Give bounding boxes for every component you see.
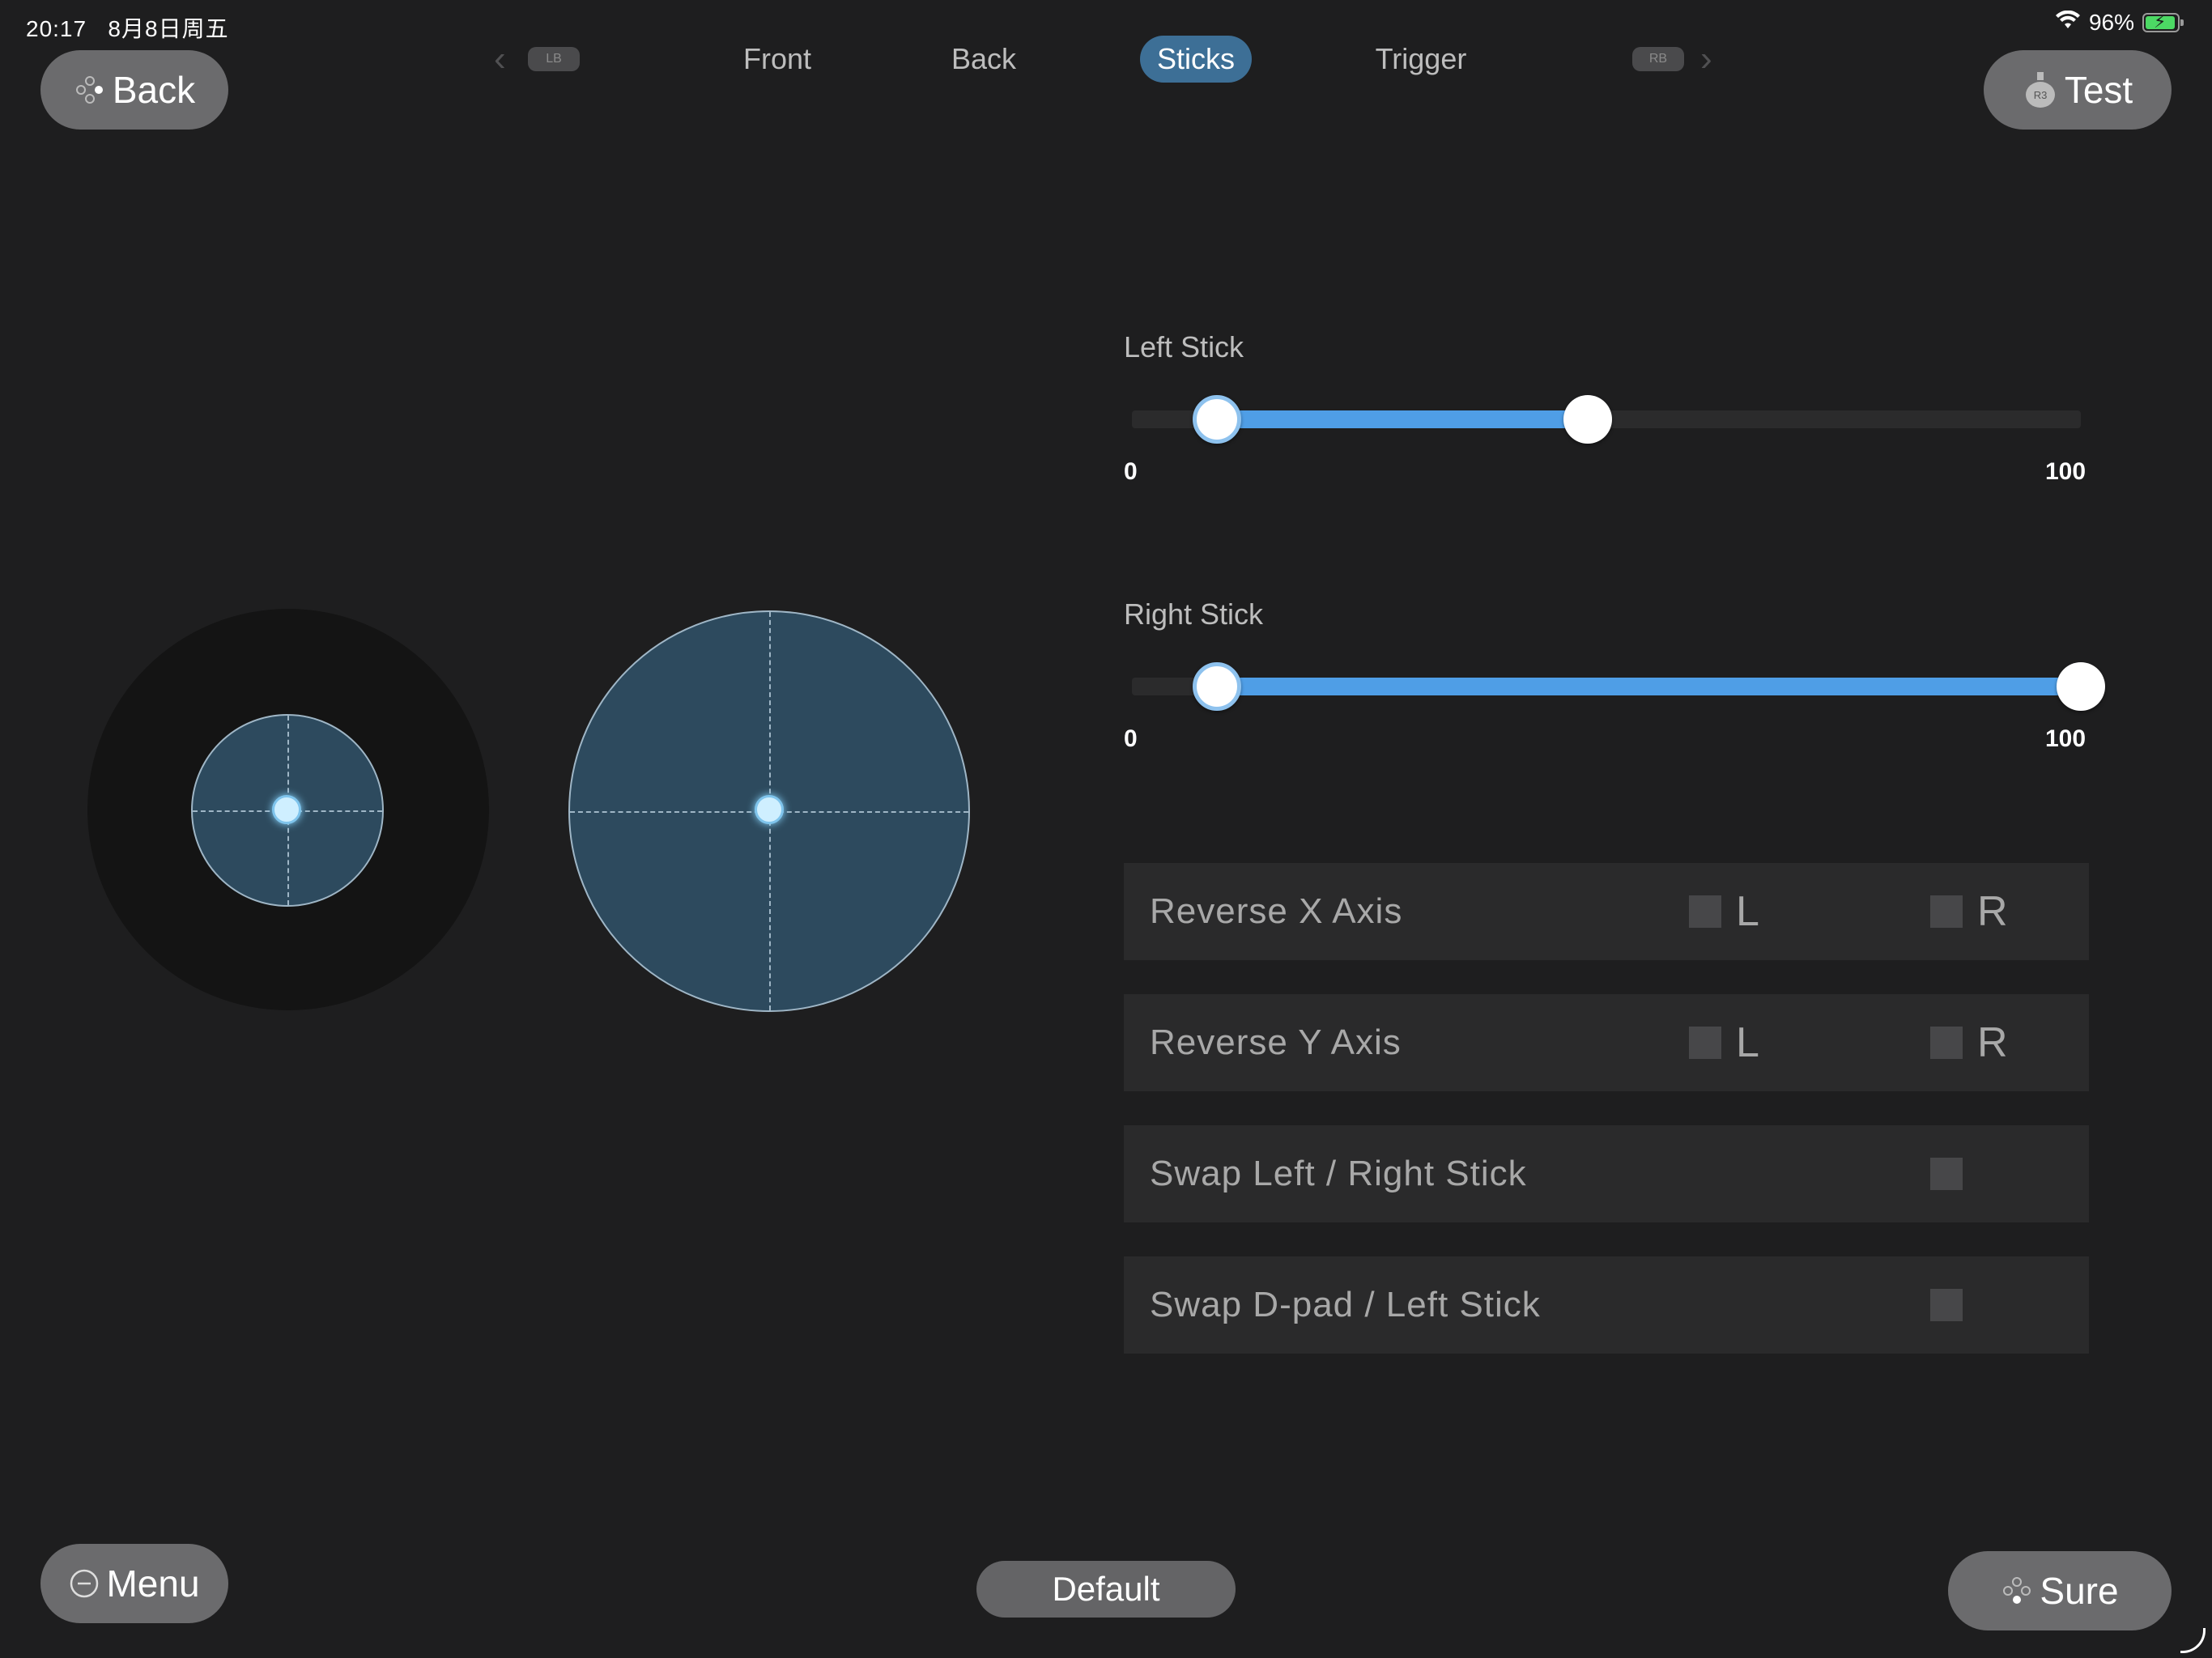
swap-sticks-row: Swap Left / Right Stick [1124, 1125, 2089, 1222]
right-stick-position-dot [755, 795, 784, 824]
sure-button[interactable]: Sure [1948, 1551, 2172, 1630]
chevron-right-icon[interactable]: › [1700, 39, 1712, 79]
reverse-y-axis-row: Reverse Y Axis L R [1124, 994, 2089, 1091]
resize-corner-icon [2180, 1628, 2206, 1653]
swap-sticks-checkbox[interactable] [1930, 1158, 1963, 1190]
right-stick-min-thumb[interactable] [1193, 662, 1242, 711]
default-button[interactable]: Default [976, 1561, 1236, 1618]
menu-button[interactable]: Menu [40, 1544, 228, 1623]
tab-bar: ‹ LB Front Back Sticks Trigger RB › [0, 32, 2212, 89]
reverse-x-axis-label: Reverse X Axis [1150, 891, 1403, 931]
left-stick-max-label: 100 [2045, 458, 2087, 485]
battery-icon: ⚡ [2142, 11, 2184, 32]
left-stick-position-dot [272, 795, 301, 824]
lb-shoulder-badge[interactable]: LB [528, 47, 580, 71]
reverse-y-axis-label: Reverse Y Axis [1150, 1022, 1402, 1062]
reverse-x-axis-row: Reverse X Axis L R [1124, 863, 2089, 960]
right-stick-slider-label: Right Stick [1124, 597, 1264, 631]
reverse-x-left-letter: L [1736, 888, 1759, 935]
tab-back[interactable]: Back [931, 36, 1036, 83]
minus-circle-icon [69, 1568, 100, 1599]
reverse-y-left-checkbox[interactable] [1689, 1027, 1721, 1059]
menu-button-label: Menu [106, 1562, 200, 1605]
reverse-x-right-letter: R [1977, 888, 2008, 935]
stick-settings-screen: 20:17 8月8日周五 96% ⚡ Back R3 Test ‹ LB Fro… [0, 0, 2212, 1658]
left-stick-max-thumb[interactable] [1563, 395, 1612, 444]
sure-button-label: Sure [2040, 1570, 2119, 1612]
rb-shoulder-badge[interactable]: RB [1632, 47, 1684, 71]
svg-text:R3: R3 [2034, 89, 2048, 101]
left-stick-min-label: 0 [1124, 458, 1138, 485]
left-stick-min-thumb[interactable] [1193, 395, 1242, 444]
swap-dpad-checkbox[interactable] [1930, 1289, 1963, 1321]
tab-front[interactable]: Front [729, 36, 826, 83]
left-stick-slider-label: Left Stick [1124, 330, 1244, 363]
tab-sticks[interactable]: Sticks [1140, 36, 1252, 83]
right-stick-range-slider[interactable] [1132, 662, 2105, 711]
face-buttons-icon [2001, 1575, 2033, 1607]
chevron-left-icon[interactable]: ‹ [494, 39, 506, 79]
reverse-y-right-checkbox[interactable] [1930, 1027, 1963, 1059]
tab-trigger[interactable]: Trigger [1360, 36, 1482, 83]
reverse-x-left-checkbox[interactable] [1689, 895, 1721, 928]
reverse-x-right-checkbox[interactable] [1930, 895, 1963, 928]
reverse-y-left-letter: L [1736, 1019, 1759, 1066]
left-stick-range-fill [1217, 410, 1588, 428]
swap-sticks-label: Swap Left / Right Stick [1150, 1154, 1527, 1193]
right-stick-range-fill [1217, 678, 2081, 695]
charging-bolt-icon: ⚡ [2154, 11, 2167, 32]
right-stick-max-thumb[interactable] [2057, 662, 2105, 711]
swap-dpad-label: Swap D-pad / Left Stick [1150, 1285, 1541, 1324]
right-stick-max-label: 100 [2045, 725, 2087, 752]
swap-dpad-row: Swap D-pad / Left Stick [1124, 1256, 2089, 1354]
reverse-y-right-letter: R [1977, 1019, 2008, 1066]
left-stick-range-slider[interactable] [1132, 395, 2081, 444]
right-stick-min-label: 0 [1124, 725, 1138, 752]
